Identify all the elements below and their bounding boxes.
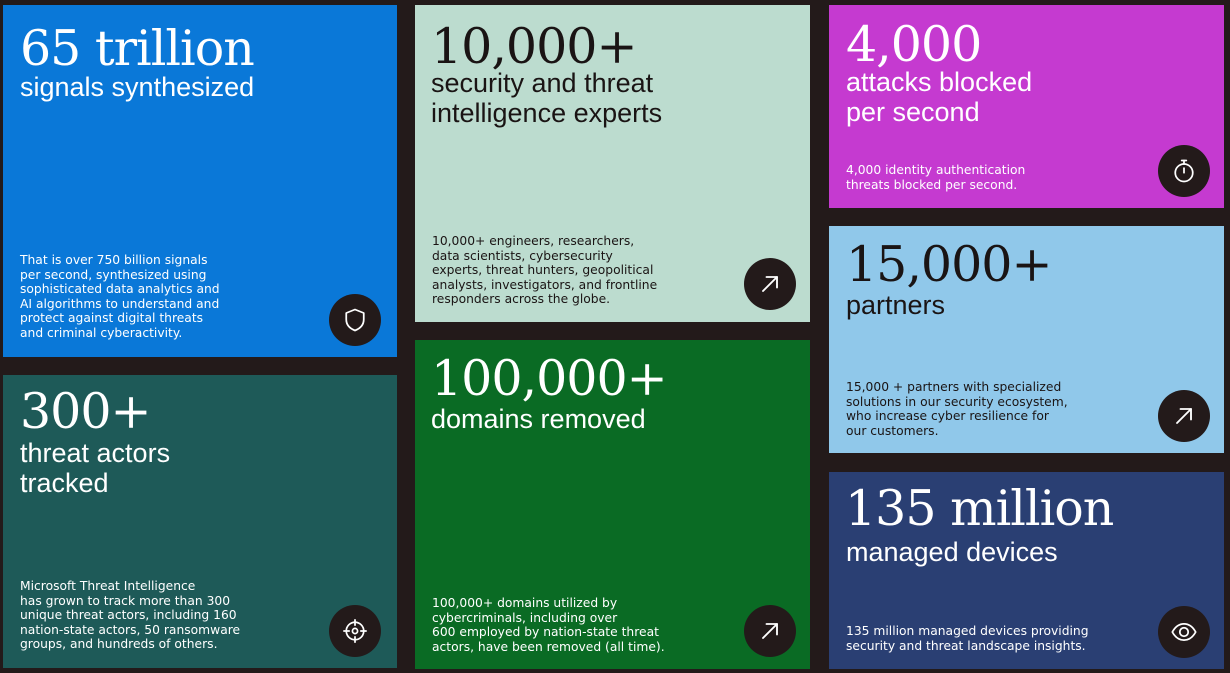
stat-description: 135 million managed devices providing se… [846,624,1089,653]
arrow-up-right-icon[interactable] [744,258,796,310]
stat-tile-domains: 100,000+ domains removed 100,000+ domain… [415,340,810,669]
stat-tile-experts: 10,000+ security and threat intelligence… [415,5,810,322]
stat-description: Microsoft Threat Intelligence has grown … [20,579,241,652]
arrow-up-right-icon[interactable] [744,605,796,657]
crosshair-icon [329,605,381,657]
stat-description: That is over 750 billion signals per sec… [20,253,220,340]
stat-tile-actors: 300+ threat actors tracked Microsoft Thr… [3,375,397,668]
stat-tile-devices: 135 million managed devices 135 million … [829,472,1224,669]
stat-label: attacks blocked per second [846,67,1033,127]
stat-tile-partners: 15,000+ partners 15,000 + partners with … [829,226,1224,453]
stat-value: 300+ [20,383,152,440]
stat-value: 100,000+ [431,350,668,407]
stat-label: managed devices [846,537,1058,567]
stat-label: threat actors tracked [20,438,171,498]
eye-icon [1158,606,1210,658]
stat-description: 10,000+ engineers, researchers, data sci… [432,234,658,307]
stat-value: 65 trillion [20,20,255,77]
stat-description: 4,000 identity authentication threats bl… [846,163,1026,192]
stat-label: security and threat intelligence experts [431,68,663,128]
stat-value: 4,000 [846,16,982,73]
stat-label: partners [846,290,946,320]
stat-description: 100,000+ domains utilized by cybercrimin… [432,596,665,654]
arrow-up-right-icon[interactable] [1158,390,1210,442]
shield-icon [329,294,381,346]
stat-tile-signals: 65 trillion signals synthesized That is … [3,5,397,357]
stat-value: 135 million [845,480,1114,537]
stat-value: 10,000+ [431,18,638,75]
stopwatch-icon [1158,145,1210,197]
stat-label: domains removed [431,404,646,434]
stat-tile-attacks: 4,000 attacks blocked per second 4,000 i… [829,5,1224,208]
stat-description: 15,000 + partners with specialized solut… [846,380,1068,438]
stat-value: 15,000+ [846,236,1053,293]
stat-label: signals synthesized [20,72,255,102]
